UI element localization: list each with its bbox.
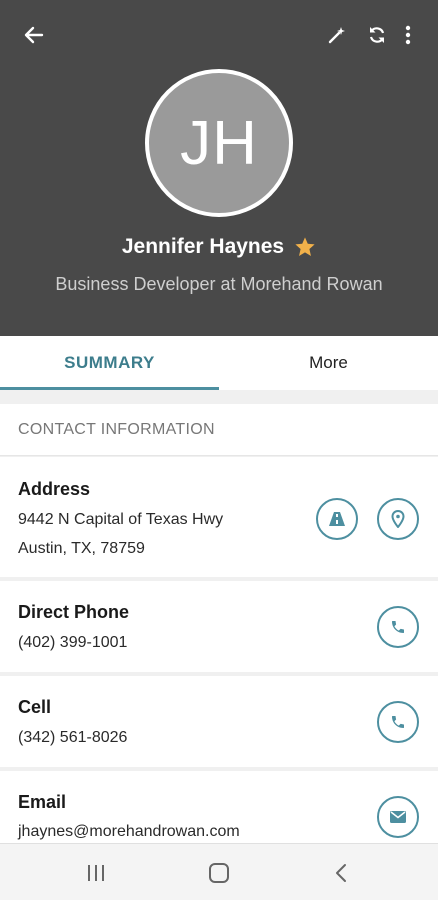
cell-label: Cell [18,697,52,717]
chevron-left-icon [336,863,346,882]
magic-wand-icon [328,27,345,44]
directions-button[interactable] [316,498,358,540]
address-line-2: Austin, TX, 78759 [18,540,145,557]
star-icon[interactable] [294,236,316,258]
call-direct-phone-button[interactable] [377,606,419,648]
address-line-1: 9442 N Capital of Texas Hwy [18,511,224,528]
email-label: Email [18,792,67,812]
envelope-icon [390,811,406,823]
avatar-initials: JH [180,108,258,178]
name-row: Jennifer Haynes [0,232,438,262]
more-vert-icon [405,25,411,45]
email-card: Email jhaynes@morehandrowan.com [0,771,438,843]
tab-bar: SUMMARY More [0,336,438,390]
cell-value[interactable]: (342) 561-8026 [18,729,127,747]
back-button[interactable] [16,20,52,50]
contact-header: JH Jennifer Haynes Business Developer at… [0,0,438,336]
recent-apps-icon [88,864,104,881]
arrow-left-icon [24,26,44,44]
home-button[interactable] [189,844,249,900]
system-back-button[interactable] [311,844,371,900]
direct-phone-value[interactable]: (402) 399-1001 [18,634,127,652]
map-pin-icon [391,510,405,528]
call-cell-button[interactable] [377,701,419,743]
email-value[interactable]: jhaynes@morehandrowan.com [18,823,240,841]
phone-icon [392,716,404,728]
home-icon [209,862,229,883]
send-email-button[interactable] [377,796,419,838]
phone-icon [392,621,404,633]
avatar: JH [145,69,293,217]
sync-icon [369,27,385,43]
address-label: Address [18,479,91,499]
contact-subtitle: Business Developer at Morehand Rowan [55,274,383,294]
contact-name: Jennifer Haynes [121,235,285,258]
sync-button[interactable] [362,20,392,50]
more-options-button[interactable] [396,20,420,50]
tab-more[interactable]: More [219,336,438,390]
cell-card: Cell (342) 561-8026 [0,676,438,767]
tab-summary[interactable]: SUMMARY [0,336,219,390]
section-title: CONTACT INFORMATION [0,404,438,456]
address-card: Address 9442 N Capital of Texas Hwy Aust… [0,457,438,577]
direct-phone-card: Direct Phone (402) 399-1001 [0,581,438,672]
system-nav-bar [0,843,438,900]
recent-apps-button[interactable] [66,844,126,900]
direct-phone-label: Direct Phone [18,602,130,622]
map-location-button[interactable] [377,498,419,540]
magic-wand-button[interactable] [322,20,352,50]
directions-road-icon [329,512,345,526]
